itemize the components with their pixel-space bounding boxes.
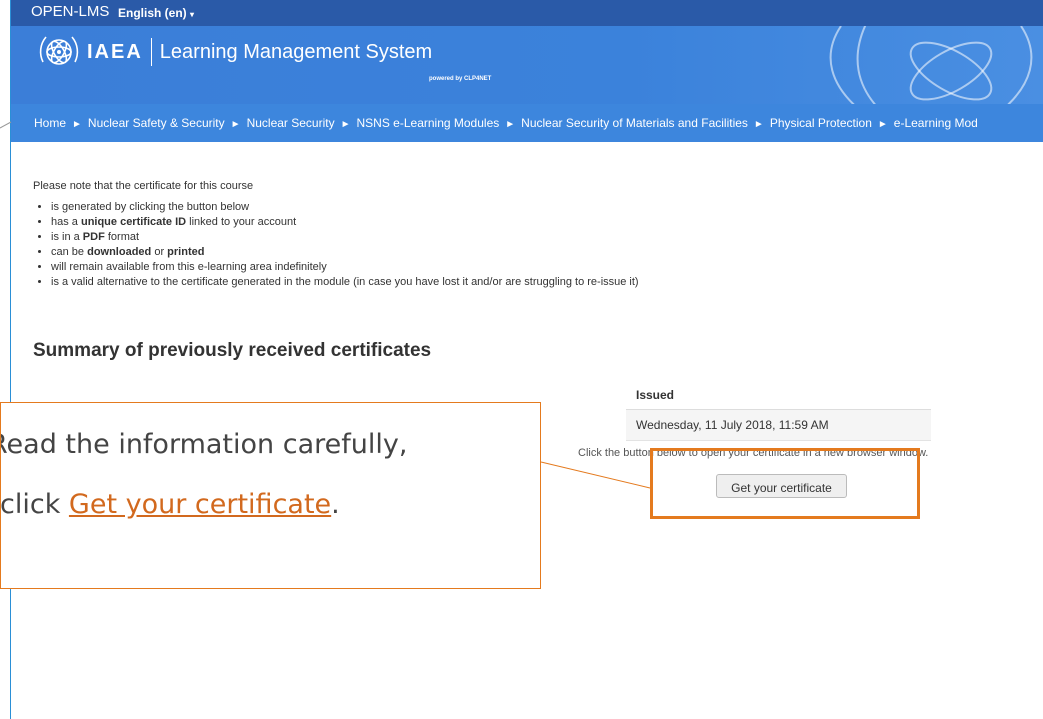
table-header-issued: Issued — [626, 381, 931, 410]
breadcrumb-separator-icon: ► — [753, 119, 764, 130]
breadcrumb-separator-icon: ► — [505, 119, 516, 130]
language-menu[interactable]: English (en) ▾ — [118, 6, 194, 20]
breadcrumb-item-nuclear-security[interactable]: Nuclear Security — [247, 116, 335, 130]
instruction-callout: Read the information carefully, click Ge… — [0, 402, 541, 589]
summary-heading: Summary of previously received certifica… — [33, 340, 432, 361]
breadcrumb-item-nuclear-safety-security[interactable]: Nuclear Safety & Security — [88, 116, 225, 130]
language-label: English (en) — [118, 6, 187, 20]
breadcrumb-item-nsns-modules[interactable]: NSNS e-Learning Modules — [357, 116, 500, 130]
breadcrumb: Home ► Nuclear Safety & Security ► Nuclear S… — [11, 104, 1043, 142]
breadcrumb-separator-icon: ► — [230, 119, 241, 130]
list-item: will remain available from this e-learni… — [51, 260, 639, 275]
list-item: is a valid alternative to the certificat… — [51, 275, 639, 290]
callout-link: Get your certificate — [68, 489, 332, 520]
caret-down-icon: ▾ — [190, 10, 195, 19]
breadcrumb-item-elearning-modules[interactable]: e-Learning Mod — [894, 116, 978, 130]
site-header: IAEA Learning Management System powered … — [11, 26, 1043, 104]
callout-text-line2: click Get your certificate. — [0, 489, 340, 520]
top-navbar: OPEN-LMS English (en) ▾ — [11, 0, 1043, 26]
certificate-info-list: is generated by clicking the button belo… — [33, 200, 639, 290]
brand-link[interactable]: OPEN-LMS — [31, 3, 109, 20]
iaea-logo[interactable]: IAEA Learning Management System — [37, 32, 432, 72]
list-item: is in a PDF format — [51, 230, 639, 245]
breadcrumb-separator-icon: ► — [340, 119, 351, 130]
breadcrumb-item-physical-protection[interactable]: Physical Protection — [770, 116, 872, 130]
breadcrumb-separator-icon: ► — [877, 119, 888, 130]
button-highlight-box — [650, 448, 920, 519]
list-item: is generated by clicking the button belo… — [51, 200, 639, 215]
breadcrumb-separator-icon: ► — [72, 119, 82, 130]
certificates-table: Issued Wednesday, 11 July 2018, 11:59 AM — [626, 381, 931, 441]
logo-divider — [150, 38, 152, 66]
list-item: has a unique certificate ID linked to yo… — [51, 215, 639, 230]
emblem-watermark-icon — [829, 26, 1033, 104]
powered-by-label: powered by CLP4NET — [429, 76, 492, 82]
iaea-emblem-icon — [39, 36, 79, 65]
table-row: Wednesday, 11 July 2018, 11:59 AM — [626, 410, 931, 441]
site-title: Learning Management System — [159, 40, 433, 63]
breadcrumb-item-home[interactable]: Home — [34, 116, 66, 130]
list-item: can be downloaded or printed — [51, 245, 639, 260]
callout-text-line1: Read the information carefully, — [0, 429, 408, 460]
logo-text: IAEA — [87, 40, 143, 63]
certificate-note: Please note that the certificate for thi… — [33, 180, 254, 192]
breadcrumb-item-materials-facilities[interactable]: Nuclear Security of Materials and Facili… — [521, 116, 748, 130]
